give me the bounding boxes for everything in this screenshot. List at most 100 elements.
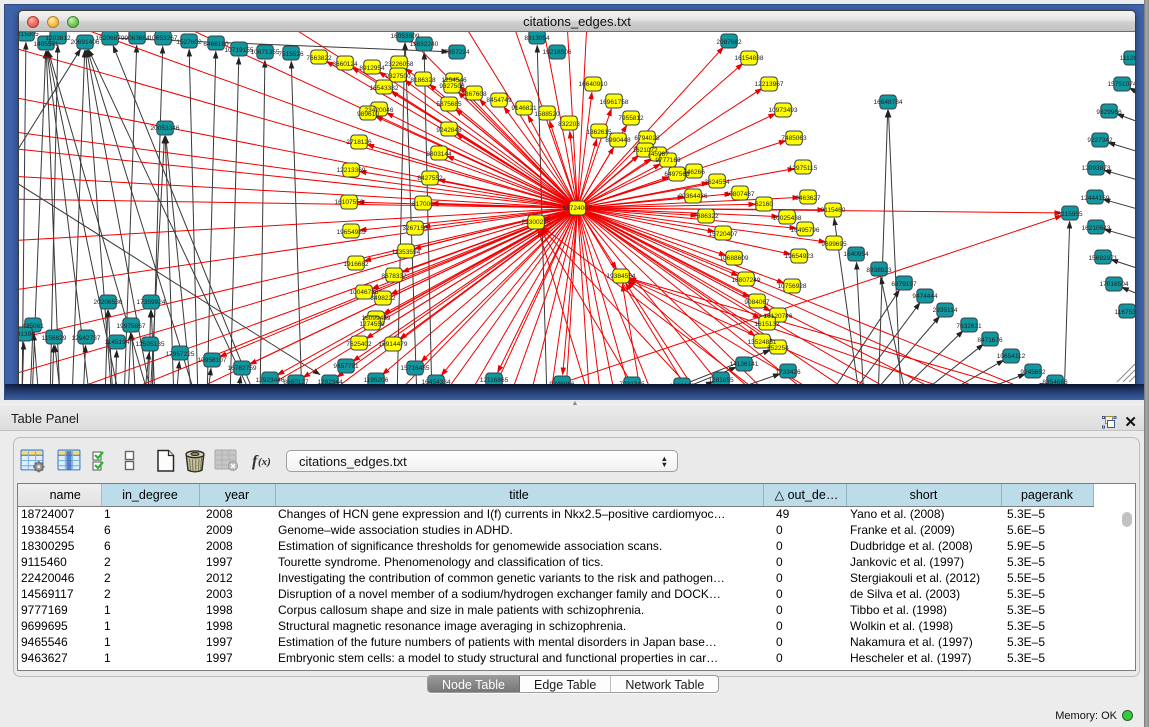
svg-text:1640954: 1640954 bbox=[843, 251, 869, 258]
svg-text:1145194: 1145194 bbox=[105, 339, 130, 346]
svg-text:1405571: 1405571 bbox=[33, 41, 59, 48]
svg-text:8678332: 8678332 bbox=[381, 273, 407, 280]
svg-text:12923446: 12923446 bbox=[256, 377, 285, 384]
svg-text:11353594: 11353594 bbox=[392, 249, 421, 256]
svg-text:20053346: 20053346 bbox=[151, 125, 180, 132]
svg-text:2087682: 2087682 bbox=[716, 39, 742, 46]
svg-text:8938923: 8938923 bbox=[866, 267, 892, 274]
svg-text:16543382: 16543382 bbox=[370, 85, 399, 92]
svg-text:8215955: 8215955 bbox=[1057, 211, 1083, 218]
svg-text:6879197: 6879197 bbox=[891, 281, 917, 288]
svg-text:391394: 391394 bbox=[19, 331, 35, 338]
svg-text:16648784: 16648784 bbox=[874, 99, 903, 106]
svg-text:16961758: 16961758 bbox=[600, 99, 629, 106]
svg-text:8912954: 8912954 bbox=[359, 65, 385, 72]
svg-text:7031345: 7031345 bbox=[619, 381, 645, 384]
svg-text:12444159: 12444159 bbox=[1081, 195, 1110, 202]
svg-text:10719155: 10719155 bbox=[225, 47, 254, 54]
svg-text:8427552: 8427552 bbox=[417, 175, 443, 182]
svg-text:9245652: 9245652 bbox=[1020, 369, 1046, 376]
svg-text:7485063: 7485063 bbox=[781, 135, 807, 142]
svg-text:8471676: 8471676 bbox=[977, 337, 1003, 344]
svg-text:16782759: 16782759 bbox=[228, 365, 257, 372]
svg-text:1203812: 1203812 bbox=[45, 35, 71, 42]
svg-text:2215305: 2215305 bbox=[19, 32, 39, 38]
svg-text:6497568: 6497568 bbox=[664, 171, 690, 178]
svg-text:16495796: 16495796 bbox=[791, 227, 820, 234]
svg-text:989610: 989610 bbox=[357, 111, 379, 118]
svg-text:10973493: 10973493 bbox=[769, 107, 798, 114]
svg-text:19218506: 19218506 bbox=[543, 49, 572, 56]
svg-text:(x): (x) bbox=[258, 456, 271, 468]
svg-text:435061: 435061 bbox=[22, 323, 44, 330]
svg-text:16914479: 16914479 bbox=[379, 341, 408, 348]
svg-text:15716485: 15716485 bbox=[401, 365, 430, 372]
svg-text:20364436: 20364436 bbox=[679, 193, 708, 200]
svg-text:9474444: 9474444 bbox=[912, 293, 938, 300]
svg-text:2803144: 2803144 bbox=[426, 151, 452, 158]
svg-text:10654112: 10654112 bbox=[997, 353, 1026, 360]
svg-text:18807249: 18807249 bbox=[732, 277, 761, 284]
svg-text:1733426: 1733426 bbox=[775, 369, 801, 376]
svg-text:12116865: 12116865 bbox=[480, 377, 509, 384]
svg-text:1195206: 1195206 bbox=[364, 377, 389, 384]
svg-text:10025438: 10025438 bbox=[773, 215, 802, 222]
svg-text:832203: 832203 bbox=[558, 121, 580, 128]
svg-text:7386322: 7386322 bbox=[693, 213, 719, 220]
svg-text:1156829: 1156829 bbox=[42, 335, 67, 342]
svg-text:62160: 62160 bbox=[755, 201, 773, 208]
svg-text:8660124: 8660124 bbox=[332, 61, 358, 68]
svg-text:7632621: 7632621 bbox=[956, 323, 982, 330]
svg-text:9777169: 9777169 bbox=[655, 157, 681, 164]
svg-text:7357224: 7357224 bbox=[444, 49, 470, 56]
svg-text:1203300: 1203300 bbox=[669, 383, 695, 384]
svg-text:8660127: 8660127 bbox=[283, 379, 309, 384]
svg-text:3267150: 3267150 bbox=[402, 225, 428, 232]
svg-text:17359924: 17359924 bbox=[137, 299, 166, 306]
svg-text:19384554: 19384554 bbox=[607, 273, 636, 280]
svg-text:1292344: 1292344 bbox=[317, 379, 343, 384]
svg-text:9657791: 9657791 bbox=[333, 363, 359, 370]
svg-text:16206879: 16206879 bbox=[96, 35, 125, 42]
svg-text:9084067: 9084067 bbox=[744, 299, 770, 306]
svg-text:12213967: 12213967 bbox=[755, 81, 784, 88]
svg-text:7515526: 7515526 bbox=[278, 51, 304, 58]
svg-text:25300275: 25300275 bbox=[522, 219, 551, 226]
svg-text:20206536: 20206536 bbox=[94, 299, 123, 306]
svg-text:18724007: 18724007 bbox=[563, 205, 592, 212]
svg-text:8990448: 8990448 bbox=[605, 137, 631, 144]
svg-text:8454749: 8454749 bbox=[486, 97, 512, 104]
svg-text:9146821: 9146821 bbox=[511, 105, 537, 112]
svg-text:9227342: 9227342 bbox=[1087, 137, 1113, 144]
svg-text:817006: 817006 bbox=[412, 201, 434, 208]
svg-text:12505135: 12505135 bbox=[136, 341, 165, 348]
svg-text:1362615: 1362615 bbox=[586, 129, 612, 136]
svg-text:2935114: 2935114 bbox=[933, 307, 958, 314]
svg-text:10807487: 10807487 bbox=[726, 191, 755, 198]
svg-text:16154838: 16154838 bbox=[735, 55, 764, 62]
svg-text:9463627: 9463627 bbox=[795, 195, 821, 202]
svg-text:9327500: 9327500 bbox=[385, 73, 411, 80]
svg-text:3498222: 3498222 bbox=[370, 295, 396, 302]
svg-text:1112609: 1112609 bbox=[1120, 55, 1135, 62]
svg-text:3624554: 3624554 bbox=[704, 179, 730, 186]
svg-text:12975115: 12975115 bbox=[789, 165, 818, 172]
svg-text:9115460: 9115460 bbox=[821, 207, 846, 214]
svg-text:8186328: 8186328 bbox=[410, 77, 436, 84]
svg-text:1167533: 1167533 bbox=[1115, 309, 1135, 316]
svg-text:12093873: 12093873 bbox=[1082, 165, 1111, 172]
svg-text:8354666: 8354666 bbox=[1042, 379, 1068, 384]
svg-text:252254: 252254 bbox=[767, 345, 789, 352]
svg-text:19654923: 19654923 bbox=[785, 253, 814, 260]
svg-text:12213369: 12213369 bbox=[337, 167, 366, 174]
svg-text:10688609: 10688609 bbox=[720, 255, 749, 262]
svg-text:10958107: 10958107 bbox=[198, 357, 227, 364]
svg-text:9327508: 9327508 bbox=[439, 83, 465, 90]
svg-text:9242848: 9242848 bbox=[436, 127, 462, 134]
svg-text:15720407: 15720407 bbox=[709, 231, 738, 238]
svg-text:10756928: 10756928 bbox=[778, 283, 807, 290]
svg-text:16107553: 16107553 bbox=[335, 199, 364, 206]
svg-text:1527602: 1527602 bbox=[176, 39, 202, 46]
svg-text:8813054: 8813054 bbox=[524, 35, 550, 42]
svg-text:6794028: 6794028 bbox=[634, 135, 660, 142]
